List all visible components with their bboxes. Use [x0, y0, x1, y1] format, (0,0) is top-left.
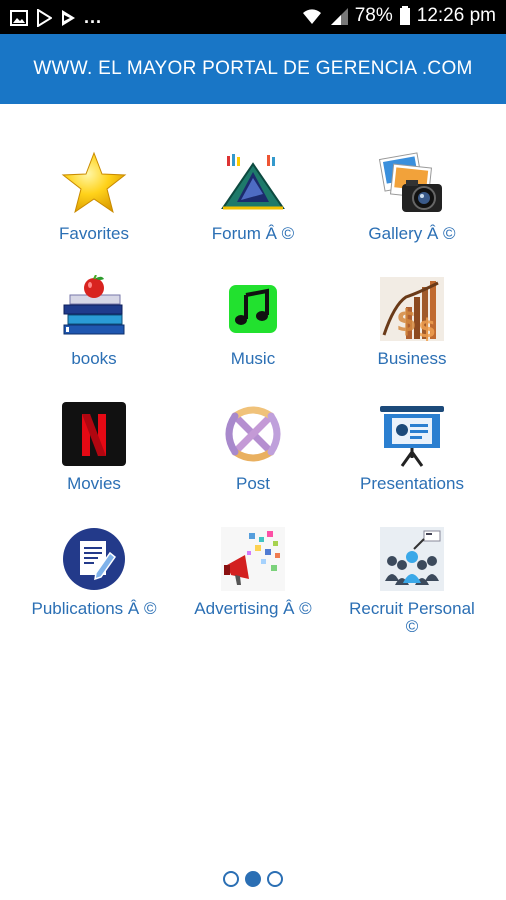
forum-mountain-icon — [219, 150, 287, 218]
music-label: Music — [230, 349, 276, 368]
advertising-button[interactable]: Advertising Â © — [169, 525, 337, 645]
post-knot-icon — [219, 400, 287, 468]
recruit-people-icon — [378, 525, 446, 593]
forum-button[interactable]: Forum Â © — [169, 150, 337, 270]
wifi-icon — [302, 9, 321, 24]
books-button[interactable]: books — [10, 275, 178, 395]
play-store-notification-icon-2 — [62, 9, 75, 26]
status-bar: ... 78% 12:26 pm — [0, 0, 506, 34]
notification-icons: ... — [10, 7, 102, 28]
header-title: WWW. EL MAYOR PORTAL DE GERENCIA .COM — [33, 58, 473, 79]
business-button[interactable]: $ $ Business — [328, 275, 496, 395]
grid-row: Publications Â © Advertising Â © Recruit… — [0, 525, 506, 650]
netflix-icon — [60, 400, 128, 468]
clock: 12:26 pm — [416, 5, 496, 26]
business-chart-icon: $ $ — [378, 275, 446, 343]
play-store-notification-icon — [37, 8, 52, 27]
presentations-label: Presentations — [360, 474, 464, 493]
page-indicator — [0, 871, 506, 889]
presentation-board-icon — [378, 400, 446, 468]
camera-photos-icon — [378, 150, 446, 218]
app-header: WWW. EL MAYOR PORTAL DE GERENCIA .COM — [0, 34, 506, 104]
star-icon — [60, 150, 128, 218]
svg-text:$: $ — [396, 304, 417, 339]
battery-percent: 78% — [354, 5, 393, 26]
signal-icon — [330, 8, 348, 25]
recruit-personal-label: Recruit Personal © — [349, 599, 475, 636]
more-notifications: ... — [84, 7, 103, 27]
advertising-label: Advertising Â © — [194, 599, 312, 618]
favorites-button[interactable]: Favorites — [10, 150, 178, 270]
megaphone-icon — [219, 525, 287, 593]
svg-text:$: $ — [418, 314, 436, 343]
books-apple-icon — [60, 275, 128, 343]
gallery-label: Gallery Â © — [368, 224, 456, 243]
movies-label: Movies — [67, 474, 121, 493]
grid-row: Favorites Forum Â © Gallery Â © — [0, 150, 506, 275]
movies-button[interactable]: Movies — [10, 400, 178, 520]
post-label: Post — [235, 474, 271, 493]
presentations-button[interactable]: Presentations — [328, 400, 496, 520]
grid-row: books Music $ $ Business — [0, 275, 506, 400]
music-button[interactable]: Music — [169, 275, 337, 395]
post-button[interactable]: Post — [169, 400, 337, 520]
battery-icon — [399, 6, 410, 25]
favorites-label: Favorites — [59, 224, 129, 243]
publications-label: Publications Â © — [31, 599, 157, 618]
music-note-icon — [219, 275, 287, 343]
publication-edit-icon — [60, 525, 128, 593]
forum-label: Forum Â © — [211, 224, 295, 243]
business-label: Business — [377, 349, 447, 368]
recruit-personal-button[interactable]: Recruit Personal © — [328, 525, 496, 645]
gallery-button[interactable]: Gallery Â © — [328, 150, 496, 270]
books-label: books — [71, 349, 117, 368]
publications-button[interactable]: Publications Â © — [10, 525, 178, 645]
page-dot-2-active[interactable] — [245, 871, 261, 887]
gallery-notification-icon — [10, 9, 28, 26]
grid-row: Movies Post Presentations — [0, 400, 506, 525]
page-dot-1[interactable] — [223, 871, 239, 887]
page-dot-3[interactable] — [267, 871, 283, 887]
